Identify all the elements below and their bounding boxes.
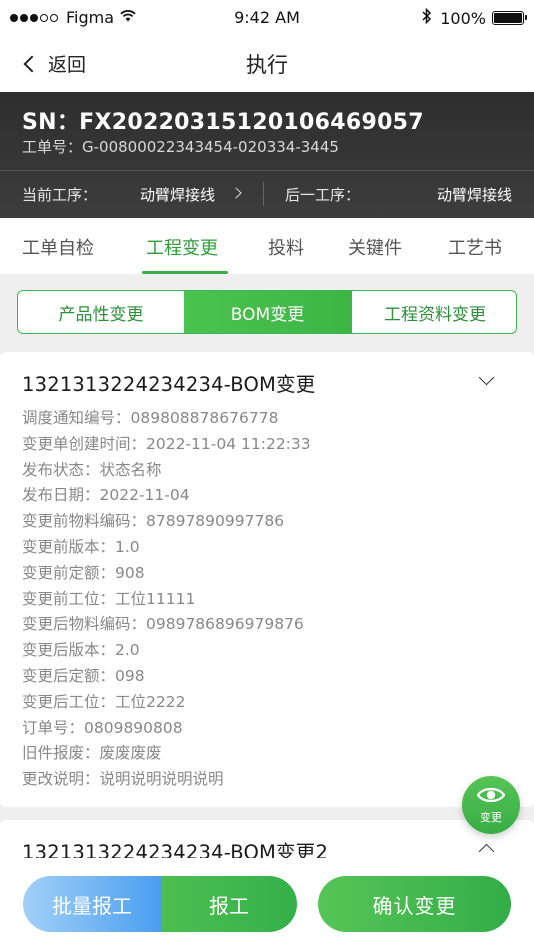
segment-bom-change[interactable]: BOM变更 bbox=[184, 291, 351, 333]
field-before-material-code: 变更前物料编码：87897890997786 bbox=[22, 512, 285, 531]
field-publish-date: 发布日期：2022-11-04 bbox=[22, 486, 190, 505]
bluetooth-icon bbox=[422, 7, 432, 28]
segment-product-change[interactable]: 产品性变更 bbox=[18, 291, 184, 333]
status-bar: Figma 9:42 AM 100% bbox=[0, 0, 534, 36]
field-dispatch-notice-no: 调度通知编号：089808878676778 bbox=[22, 409, 279, 427]
battery-percent: 100% bbox=[440, 8, 486, 28]
field-publish-status: 发布状态：状态名称 bbox=[22, 460, 162, 479]
current-process-label: 当前工序： bbox=[22, 186, 98, 204]
batch-report-button[interactable]: 批量报工 bbox=[23, 876, 161, 932]
battery-icon bbox=[492, 11, 527, 25]
tab-process-book[interactable]: 工艺书 bbox=[448, 234, 502, 260]
tab-key-parts[interactable]: 关键件 bbox=[348, 234, 402, 260]
tab-self-inspection[interactable]: 工单自检 bbox=[22, 234, 94, 260]
nav-bar: 返回 执行 bbox=[0, 36, 534, 92]
next-process-value: 动臂焊接线 bbox=[436, 186, 512, 204]
field-old-part-scrap: 旧件报废：废废废废 bbox=[22, 744, 162, 763]
field-after-station: 变更后工位：工位2222 bbox=[22, 692, 186, 711]
view-change-fab[interactable]: 变更 bbox=[462, 776, 520, 834]
segment-engineering-doc-change[interactable]: 工程资料变更 bbox=[351, 291, 516, 333]
field-change-description: 更改说明：说明说明说明说明 bbox=[22, 770, 224, 789]
field-before-version: 变更前版本：1.0 bbox=[22, 537, 140, 556]
field-created-time: 变更单创建时间：2022-11-04 11:22:33 bbox=[22, 434, 311, 453]
field-before-station: 变更前工位：工位11111 bbox=[22, 589, 196, 608]
chevron-right-icon[interactable] bbox=[230, 187, 242, 199]
fab-label: 变更 bbox=[480, 811, 502, 824]
status-right: 100% bbox=[422, 7, 527, 28]
sn-header: SN：FX20220315120106469057 工单号：G-00800022… bbox=[0, 92, 534, 218]
eye-icon bbox=[477, 787, 505, 803]
sn-number: SN：FX20220315120106469057 bbox=[22, 110, 424, 135]
field-after-material-code: 变更后物料编码：0989786896979876 bbox=[22, 615, 304, 634]
current-process-value[interactable]: 动臂焊接线 bbox=[140, 184, 215, 205]
tab-feeding[interactable]: 投料 bbox=[268, 234, 304, 260]
divider bbox=[263, 182, 264, 206]
report-button-group: 批量报工 报工 bbox=[23, 876, 297, 932]
next-process-label: 后一工序： bbox=[285, 186, 361, 204]
field-order-no: 订单号：0809890808 bbox=[22, 718, 183, 737]
tab-bar: 工单自检 工程变更 投料 关键件 工艺书 bbox=[0, 218, 534, 274]
tab-engineering-change[interactable]: 工程变更 bbox=[146, 234, 218, 260]
chevron-down-icon[interactable] bbox=[478, 369, 495, 386]
page-title: 执行 bbox=[246, 53, 288, 77]
process-row: 当前工序： 动臂焊接线 后一工序： 动臂焊接线 bbox=[0, 171, 534, 218]
card-title: 1321313224234234-BOM变更 bbox=[22, 373, 316, 396]
change-type-segmented: 产品性变更 BOM变更 工程资料变更 bbox=[17, 290, 517, 334]
tab-active-indicator bbox=[142, 271, 228, 274]
field-after-quota: 变更后定额：098 bbox=[22, 666, 145, 685]
field-before-quota: 变更前定额：908 bbox=[22, 563, 145, 582]
report-button[interactable]: 报工 bbox=[161, 876, 297, 932]
card-fields: 调度通知编号：089808878676778 变更单创建时间：2022-11-0… bbox=[22, 406, 311, 793]
field-after-version: 变更后版本：2.0 bbox=[22, 641, 140, 660]
confirm-change-button[interactable]: 确认变更 bbox=[318, 876, 511, 932]
change-card: 1321313224234234-BOM变更 调度通知编号：0898088786… bbox=[0, 352, 534, 807]
work-order-number: 工单号：G-00800022343454-020334-3445 bbox=[22, 138, 339, 156]
bottom-action-bar: 批量报工 报工 确认变更 bbox=[0, 858, 534, 950]
chevron-up-icon[interactable] bbox=[478, 843, 495, 860]
